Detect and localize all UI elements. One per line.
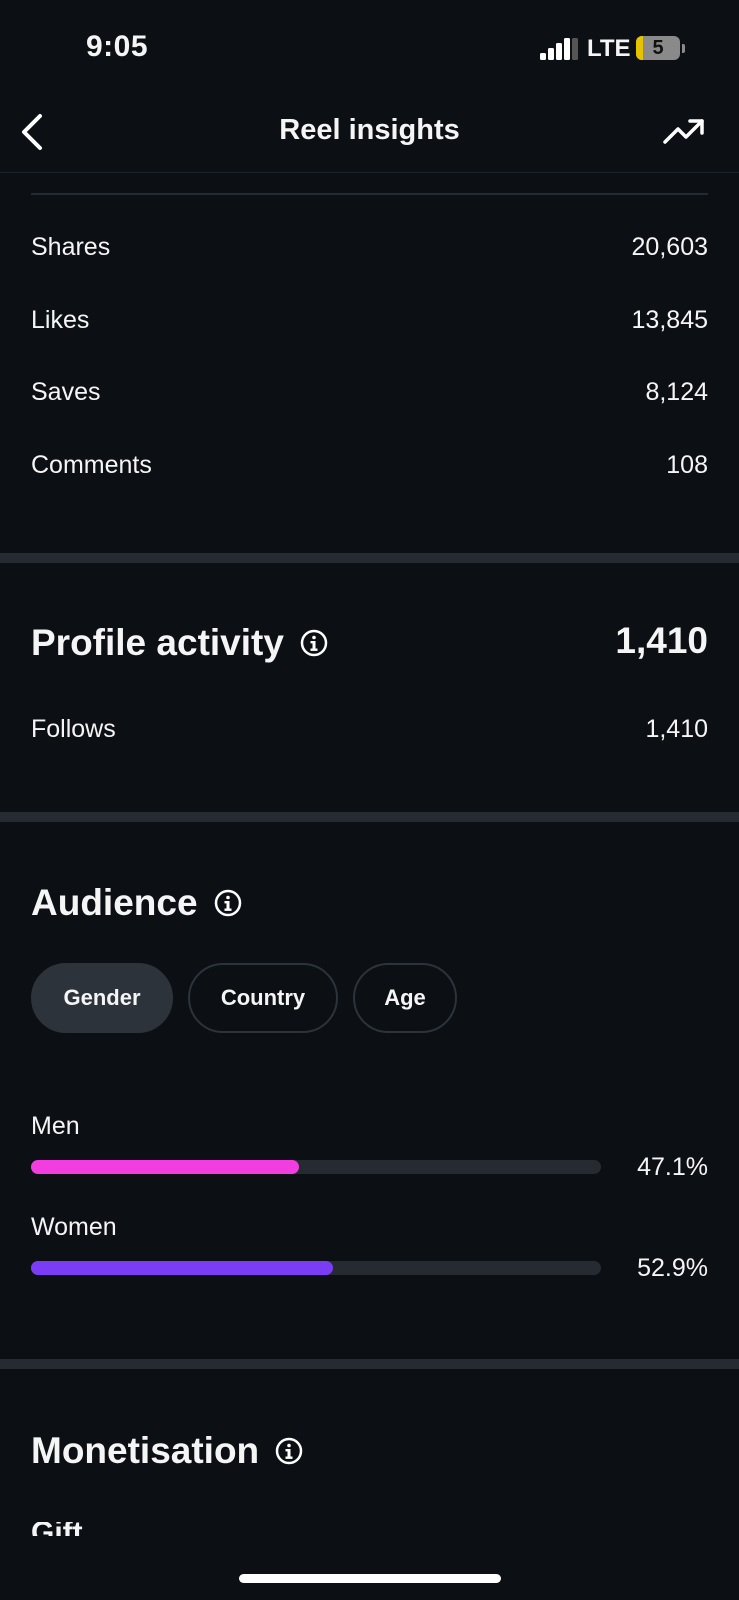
stat-row-shares: Shares 20,603 <box>31 233 708 273</box>
stat-value: 20,603 <box>631 233 708 261</box>
section-title: Audience <box>31 882 198 923</box>
stat-label: Follows <box>31 715 116 743</box>
stat-value: 108 <box>666 451 708 479</box>
section-title: Profile activity <box>31 622 284 663</box>
stat-row-comments: Comments 108 <box>31 451 708 491</box>
page-title: Reel insights <box>279 114 460 146</box>
gender-bar-men <box>31 1160 601 1174</box>
stat-row-likes: Likes 13,845 <box>31 306 708 346</box>
battery-icon: 5 <box>636 36 686 62</box>
section-separator <box>0 553 739 563</box>
audience-heading: Audience <box>31 882 242 924</box>
stat-row-follows: Follows 1,410 <box>31 715 708 755</box>
stat-value: 8,124 <box>645 378 708 406</box>
trending-up-icon[interactable] <box>662 114 706 150</box>
network-type: LTE <box>587 35 631 62</box>
profile-activity-heading: Profile activity <box>31 622 328 664</box>
bar-fill-women <box>31 1261 333 1275</box>
monetisation-heading: Monetisation <box>31 1430 303 1472</box>
monetisation-row-partial: Gift <box>31 1522 231 1536</box>
signal-icon <box>540 38 578 60</box>
divider <box>31 193 708 195</box>
section-separator <box>0 812 739 822</box>
bar-label-men: Men <box>31 1112 80 1140</box>
stat-value: 13,845 <box>631 306 708 334</box>
bar-label-women: Women <box>31 1213 117 1241</box>
home-indicator[interactable] <box>239 1574 501 1583</box>
stat-label: Shares <box>31 233 111 261</box>
status-bar: 9:05 LTE 5 <box>0 0 739 100</box>
info-icon[interactable] <box>300 629 328 657</box>
navigation-bar: Reel insights <box>0 100 739 173</box>
stat-value: 1,410 <box>645 715 708 743</box>
profile-activity-total: 1,410 <box>615 620 708 661</box>
gender-bar-women <box>31 1261 601 1275</box>
battery-level: 5 <box>652 37 664 59</box>
stat-row-saves: Saves 8,124 <box>31 378 708 418</box>
tab-country[interactable]: Country <box>188 963 338 1033</box>
section-title: Monetisation <box>31 1430 260 1471</box>
partial-row-label: Gift <box>31 1522 231 1536</box>
info-icon[interactable] <box>275 1437 303 1465</box>
stat-label: Saves <box>31 378 101 406</box>
stat-label: Comments <box>31 451 152 479</box>
bar-fill-men <box>31 1160 300 1174</box>
tab-gender[interactable]: Gender <box>31 963 173 1033</box>
tab-age[interactable]: Age <box>353 963 457 1033</box>
bar-percent-men: 47.1% <box>637 1153 708 1181</box>
stat-label: Likes <box>31 306 90 334</box>
info-icon[interactable] <box>214 889 242 917</box>
status-time: 9:05 <box>86 30 149 63</box>
bar-percent-women: 52.9% <box>637 1254 708 1282</box>
section-separator <box>0 1359 739 1369</box>
